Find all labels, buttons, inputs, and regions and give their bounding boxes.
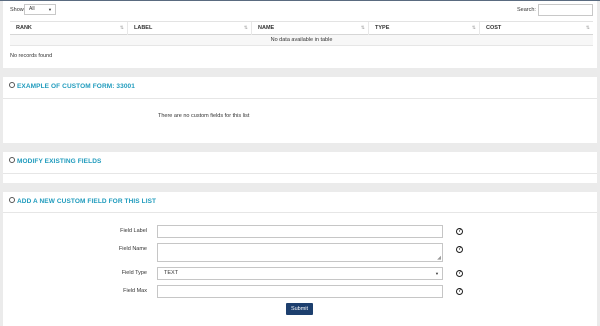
help-icon[interactable]: ? bbox=[456, 270, 463, 277]
field-max-input[interactable] bbox=[157, 285, 443, 298]
column-label: RANK bbox=[16, 25, 32, 31]
panel-title: EXAMPLE OF CUSTOM FORM: 33001 bbox=[9, 82, 135, 92]
divider bbox=[3, 173, 597, 174]
panel-title: MODIFY EXISTING FIELDS bbox=[9, 157, 101, 167]
help-icon[interactable]: ? bbox=[456, 228, 463, 235]
sort-icon: ⇅ bbox=[243, 25, 248, 31]
panel-title-text: MODIFY EXISTING FIELDS bbox=[17, 158, 102, 165]
help-icon[interactable]: ? bbox=[456, 288, 463, 295]
resize-handle-icon[interactable]: ◢ bbox=[437, 255, 441, 261]
clock-icon bbox=[9, 197, 15, 204]
divider bbox=[3, 212, 597, 213]
add-field-panel: ADD A NEW CUSTOM FIELD FOR THIS LIST Fie… bbox=[3, 192, 597, 326]
show-entries-value: All bbox=[29, 6, 35, 12]
sort-icon: ⇅ bbox=[360, 25, 365, 31]
example-form-panel: EXAMPLE OF CUSTOM FORM: 33001 There are … bbox=[3, 77, 597, 143]
field-label-input[interactable] bbox=[157, 225, 443, 238]
panel-title-text: ADD A NEW CUSTOM FIELD FOR THIS LIST bbox=[17, 198, 157, 205]
table-header: RANK ⇅ LABEL ⇅ NAME ⇅ TYPE ⇅ COST ⇅ bbox=[10, 21, 593, 35]
sort-icon: ⇅ bbox=[585, 25, 590, 31]
search-label: Search: bbox=[517, 7, 536, 13]
records-table-panel: Show All ▼ Search: RANK ⇅ LABEL ⇅ NAME ⇅… bbox=[3, 1, 597, 68]
column-label: NAME bbox=[258, 25, 275, 31]
column-label: LABEL bbox=[134, 25, 153, 31]
column-label: TYPE bbox=[375, 25, 390, 31]
column-header-label[interactable]: LABEL ⇅ bbox=[128, 22, 252, 35]
help-icon[interactable]: ? bbox=[456, 246, 463, 253]
sort-icon: ⇅ bbox=[471, 25, 476, 31]
clock-icon bbox=[9, 157, 15, 164]
chevron-down-icon: ▼ bbox=[435, 271, 439, 276]
search-input[interactable] bbox=[538, 4, 593, 16]
column-header-rank[interactable]: RANK ⇅ bbox=[10, 22, 128, 35]
clock-icon bbox=[9, 82, 15, 89]
divider bbox=[3, 98, 597, 99]
show-entries-label: Show bbox=[10, 7, 24, 13]
sort-icon: ⇅ bbox=[119, 25, 124, 31]
field-type-value: TEXT bbox=[164, 270, 179, 276]
records-status: No records found bbox=[10, 53, 53, 59]
field-max-label: Field Max bbox=[123, 288, 147, 294]
column-header-cost[interactable]: COST ⇅ bbox=[480, 22, 593, 35]
show-entries-select[interactable]: All ▼ bbox=[24, 4, 56, 15]
column-header-type[interactable]: TYPE ⇅ bbox=[369, 22, 480, 35]
no-custom-fields-message: There are no custom fields for this list bbox=[158, 113, 250, 119]
panel-title: ADD A NEW CUSTOM FIELD FOR THIS LIST bbox=[9, 197, 156, 207]
field-type-select[interactable]: TEXT ▼ bbox=[157, 267, 443, 280]
field-label-label: Field Label bbox=[120, 228, 147, 234]
empty-table-message: No data available in table bbox=[10, 35, 593, 46]
field-name-label: Field Name bbox=[118, 246, 147, 252]
column-header-name[interactable]: NAME ⇅ bbox=[252, 22, 369, 35]
modify-fields-panel: MODIFY EXISTING FIELDS bbox=[3, 152, 597, 183]
field-name-textarea[interactable]: ◢ bbox=[157, 243, 443, 262]
field-type-label: Field Type bbox=[121, 270, 147, 276]
submit-button[interactable]: Submit bbox=[286, 303, 313, 315]
panel-title-text: EXAMPLE OF CUSTOM FORM: 33001 bbox=[17, 83, 135, 90]
column-label: COST bbox=[486, 25, 502, 31]
chevron-down-icon: ▼ bbox=[48, 7, 52, 12]
